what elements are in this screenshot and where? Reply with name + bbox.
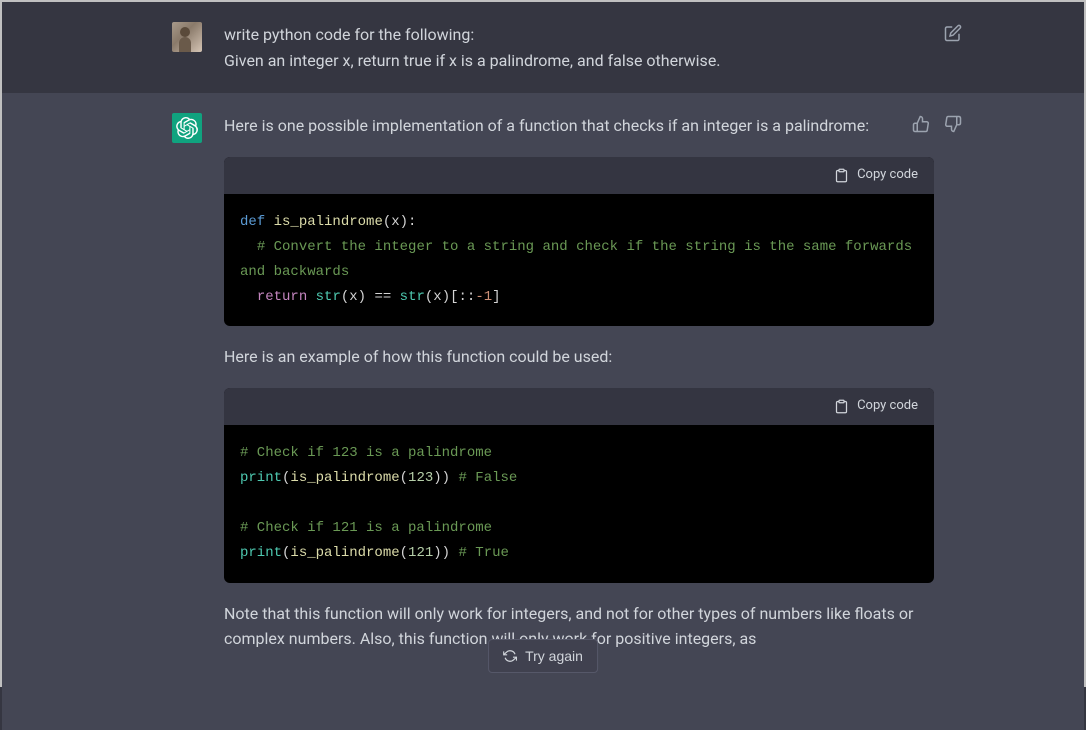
- copy-code-label-1: Copy code: [857, 165, 918, 186]
- try-again-button[interactable]: Try again: [488, 639, 598, 673]
- copy-code-label-2: Copy code: [857, 396, 918, 417]
- clipboard-icon: [834, 399, 849, 414]
- user-text-line2: Given an integer x, return true if x is …: [224, 51, 721, 70]
- try-again-label: Try again: [525, 648, 583, 664]
- assistant-message-content: Here is one possible implementation of a…: [224, 113, 934, 670]
- user-avatar: [172, 22, 202, 52]
- user-text-line1: write python code for the following:: [224, 25, 474, 44]
- code-block-1: Copy code def is_palindrome(x): # Conver…: [224, 157, 934, 327]
- edit-button[interactable]: [942, 22, 964, 47]
- user-message-row: write python code for the following: Giv…: [2, 2, 1084, 93]
- thumbs-up-button[interactable]: [910, 113, 932, 138]
- thumbs-down-icon: [944, 115, 962, 133]
- assistant-intro: Here is one possible implementation of a…: [224, 113, 934, 139]
- assistant-message-row: Here is one possible implementation of a…: [2, 93, 1084, 730]
- user-message-content: write python code for the following: Giv…: [224, 22, 934, 73]
- copy-code-button-2[interactable]: Copy code: [224, 388, 934, 425]
- edit-icon: [944, 24, 962, 42]
- assistant-mid-text: Here is an example of how this function …: [224, 344, 934, 370]
- code-body-2: # Check if 123 is a palindrome print(is_…: [224, 425, 934, 583]
- try-again-container: Try again: [488, 639, 598, 673]
- openai-logo-icon: [176, 117, 198, 139]
- code-body-1: def is_palindrome(x): # Convert the inte…: [224, 194, 934, 327]
- refresh-icon: [503, 649, 517, 663]
- assistant-actions: [910, 113, 964, 138]
- thumbs-down-button[interactable]: [942, 113, 964, 138]
- copy-code-button-1[interactable]: Copy code: [224, 157, 934, 194]
- user-actions: [942, 22, 964, 47]
- thumbs-up-icon: [912, 115, 930, 133]
- code-block-2: Copy code # Check if 123 is a palindrome…: [224, 388, 934, 583]
- assistant-avatar: [172, 113, 202, 143]
- clipboard-icon: [834, 168, 849, 183]
